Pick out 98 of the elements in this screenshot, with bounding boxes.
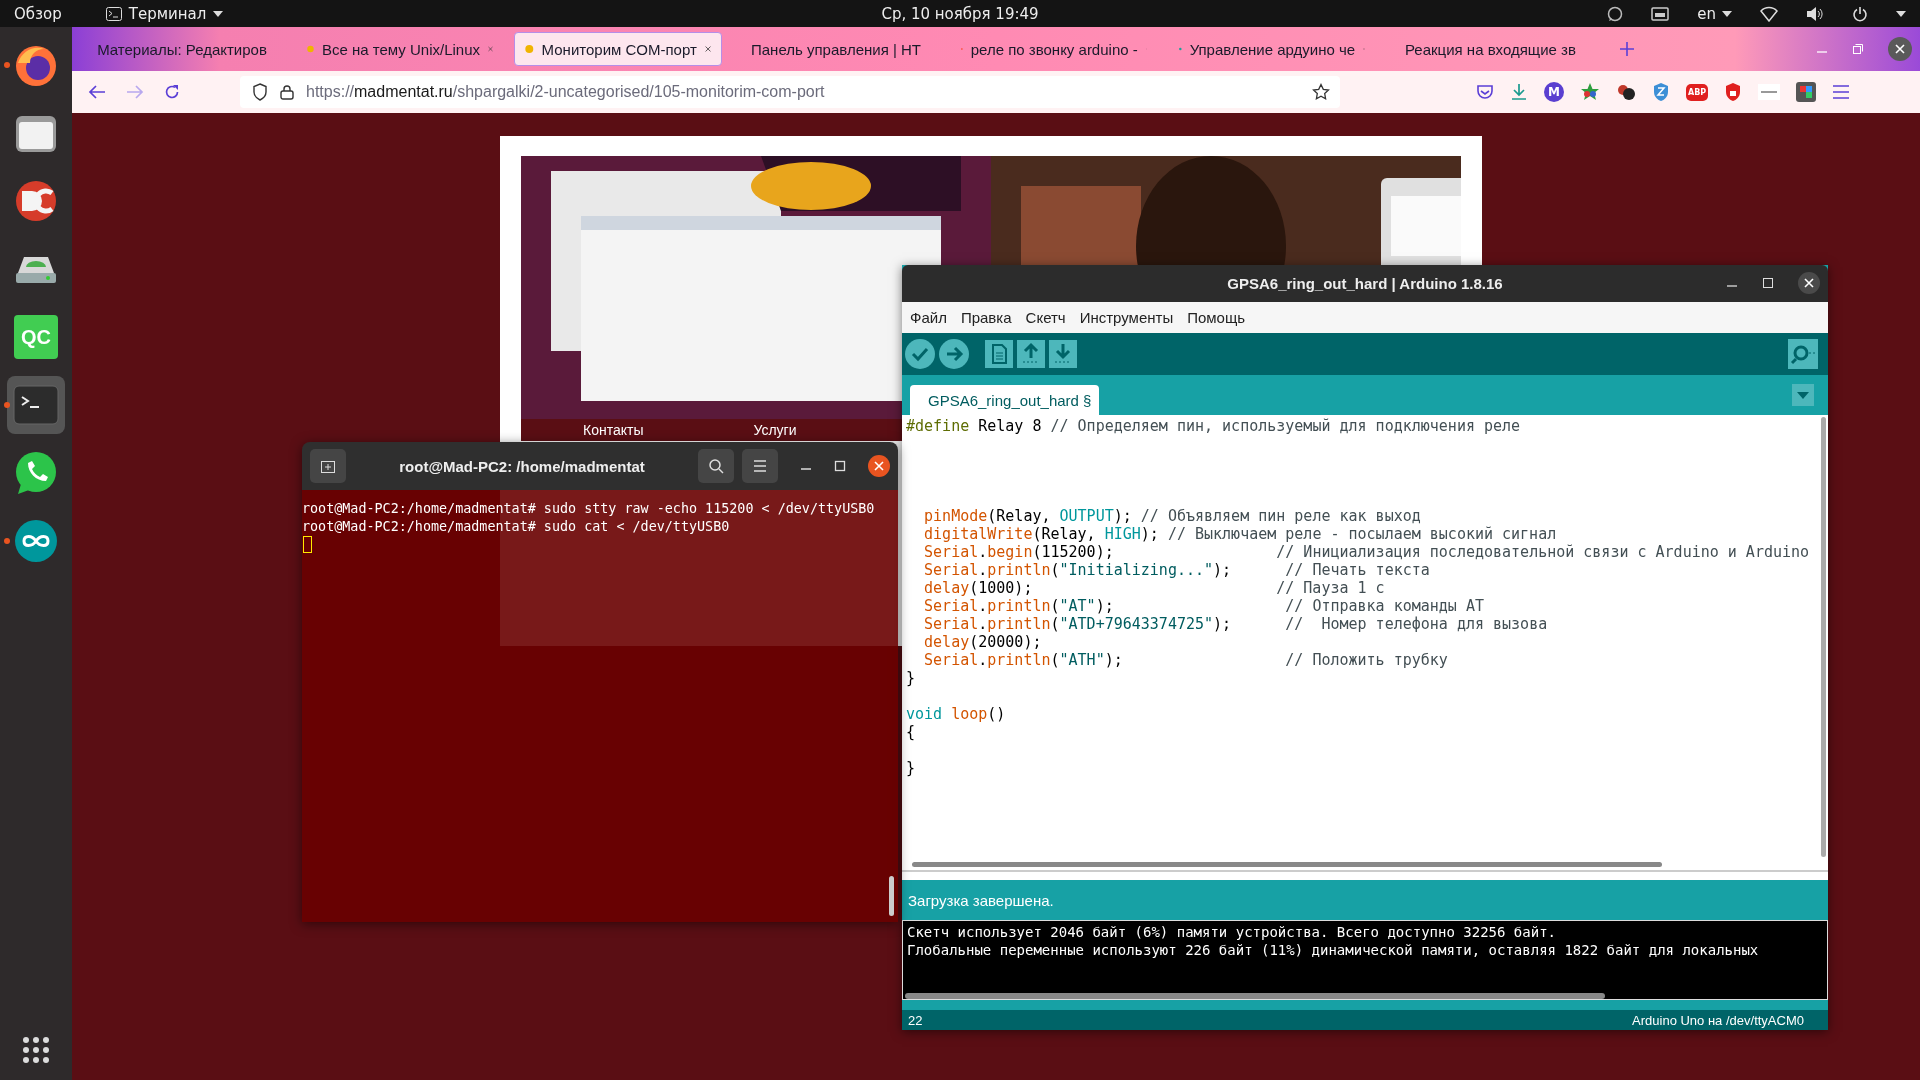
code-line: pinMode(Relay, OUTPUT); // Объявляем пин реле как выход [923, 507, 1422, 525]
window-title: root@Mad-PC2: /home/madmentat [398, 457, 646, 475]
code-line: Serial.begin(115200); // Инициализация последовательной связи с Arduino и Arduino [923, 543, 1811, 561]
menu-button[interactable] [742, 449, 778, 483]
activities-button[interactable]: Обзор [0, 4, 76, 23]
save-icon[interactable] [1049, 340, 1077, 368]
code-line: Serial.println("Initializing..."); // Печать текста [923, 561, 1431, 579]
close-icon[interactable] [868, 455, 890, 477]
extension-icon[interactable] [1758, 84, 1781, 100]
browser-tab[interactable]: Управление ардуино че [1168, 32, 1376, 66]
volume-icon[interactable] [1806, 5, 1824, 22]
browser-tab[interactable]: Все на тему Unix/Linux [296, 32, 504, 66]
menu-item[interactable]: Инструменты [1079, 309, 1174, 326]
bookmark-star-icon[interactable] [1312, 83, 1330, 101]
window-title: GPSA6_ring_out_hard | Arduino 1.8.16 [1227, 275, 1503, 292]
scrollbar[interactable] [1821, 417, 1826, 857]
search-button[interactable] [698, 449, 734, 483]
verify-icon[interactable] [905, 339, 935, 369]
scrollbar[interactable] [889, 876, 894, 916]
code-line: digitalWrite(Relay, HIGH); // Выключаем реле - посылаем высокий сигнал [923, 525, 1558, 543]
menu-icon [752, 459, 768, 473]
scrollbar[interactable] [912, 862, 1662, 867]
text-cursor [303, 536, 312, 553]
infinity-icon [13, 518, 59, 564]
line-number: 22 [908, 1012, 923, 1028]
code-line: } [906, 759, 917, 777]
balls-icon[interactable] [1616, 83, 1636, 101]
dropdown-icon[interactable] [1792, 384, 1814, 406]
lock-shield-icon[interactable] [1724, 82, 1743, 102]
caret-icon [213, 10, 224, 17]
power-icon[interactable] [1852, 5, 1868, 22]
console-line: Скетч использует 2046 байт (6%) памяти устройства. Всего доступно 32256 байт. [907, 923, 1557, 941]
terminal-icon [13, 385, 59, 425]
board-info: Arduino Uno на /dev/ttyACM0 [1632, 1012, 1804, 1028]
reload-icon[interactable] [164, 84, 180, 100]
caret-icon[interactable] [1896, 10, 1906, 17]
back-icon[interactable] [88, 84, 106, 100]
browser-tab[interactable]: Панель управления | HT [732, 32, 940, 66]
caret-icon [1722, 10, 1732, 17]
favicon-icon [525, 42, 534, 56]
app-grid-icon[interactable] [22, 1036, 50, 1064]
code-line: Serial.println("ATH"); // Положить трубку [923, 651, 1449, 669]
browser-tab[interactable]: Материалы: Редактиров [78, 32, 286, 66]
menu-icon[interactable] [1832, 85, 1851, 99]
network-icon[interactable] [1760, 5, 1778, 22]
chat-icon[interactable] [1607, 5, 1624, 22]
clock[interactable]: Ср, 10 ноября 19:49 [860, 4, 1060, 23]
menu-item[interactable]: Помощь [1187, 309, 1246, 326]
code-line: Serial.println("AT"); // Отправка команды AT [923, 597, 1485, 615]
app-menu[interactable]: Терминал [105, 4, 224, 23]
upload-icon[interactable] [939, 339, 969, 369]
code-editor[interactable] [902, 415, 1828, 870]
code-line: delay(1000); // Пауза 1 с [923, 579, 1386, 597]
menu-item[interactable]: Файл [910, 309, 947, 326]
terminal-icon [105, 6, 122, 21]
new-file-icon[interactable] [985, 340, 1013, 368]
menu-item[interactable]: Правка [960, 309, 1012, 326]
shield-icon[interactable] [1652, 82, 1670, 102]
browser-tab[interactable]: реле по звонку arduino - [950, 32, 1158, 66]
status-message: Загрузка завершена. [908, 891, 1054, 909]
nav-link[interactable]: Контакты [583, 422, 644, 438]
code-line: #define Relay 8 // Определяем пин, используемый для подключения реле [906, 417, 1522, 435]
maximize-icon[interactable] [834, 460, 846, 472]
address-bar[interactable]: https://madmentat.ru/shpargalki/2-uncategorised/105-monitorim-com-port [240, 76, 1340, 108]
open-icon[interactable] [1017, 340, 1045, 368]
close-icon[interactable] [1888, 37, 1912, 61]
extension-icon[interactable] [1796, 82, 1817, 102]
download-icon[interactable] [1510, 83, 1528, 101]
search-icon [708, 458, 724, 474]
browser-tab[interactable]: Мониторим COM-порт [514, 32, 722, 66]
lock-icon [280, 84, 294, 100]
terminal-line: root@Mad-PC2:/home/madmentat# sudo stty raw -echo 115200 < /dev/ttyUSB0 [302, 500, 876, 518]
display-icon[interactable] [1651, 6, 1670, 21]
restore-icon[interactable] [1852, 43, 1864, 55]
shield-icon [252, 83, 268, 101]
keyboard-layout-button[interactable]: en [1697, 4, 1732, 23]
close-icon[interactable] [1798, 272, 1820, 294]
code-line: Serial.println("ATD+79643374725"); // Номер телефона для вызова [923, 615, 1549, 633]
scrollbar[interactable] [905, 993, 1605, 999]
code-line: { [906, 723, 917, 741]
code-line: void loop() [906, 705, 1007, 723]
menu-item[interactable]: Скетч [1025, 309, 1066, 326]
new-tab-icon [320, 458, 336, 474]
serial-monitor-icon[interactable] [1788, 339, 1818, 369]
code-line: delay(20000); [923, 633, 1043, 651]
extension-button[interactable]: M [1544, 82, 1564, 102]
maximize-icon[interactable] [1762, 277, 1774, 289]
new-tab-icon[interactable] [1620, 42, 1634, 56]
puzzle-star-icon[interactable] [1580, 82, 1600, 102]
browser-tab[interactable]: Реакция на входящие зв [1386, 32, 1594, 66]
nav-link[interactable]: Услуги [753, 422, 797, 438]
new-tab-button[interactable] [310, 449, 346, 483]
sketch-tab[interactable]: GPSA6_ring_out_hard § [910, 385, 1100, 415]
adblock-button[interactable]: ABP [1686, 83, 1709, 101]
terminal-line: root@Mad-PC2:/home/madmentat# sudo cat < /dev/ttyUSB0 [302, 518, 731, 536]
pocket-icon[interactable] [1476, 84, 1494, 100]
console-line: Глобальные переменные используют 226 байт (11%) динамической памяти, оставляя 1822 байт для локальных [907, 941, 1760, 959]
code-line: } [906, 669, 917, 687]
